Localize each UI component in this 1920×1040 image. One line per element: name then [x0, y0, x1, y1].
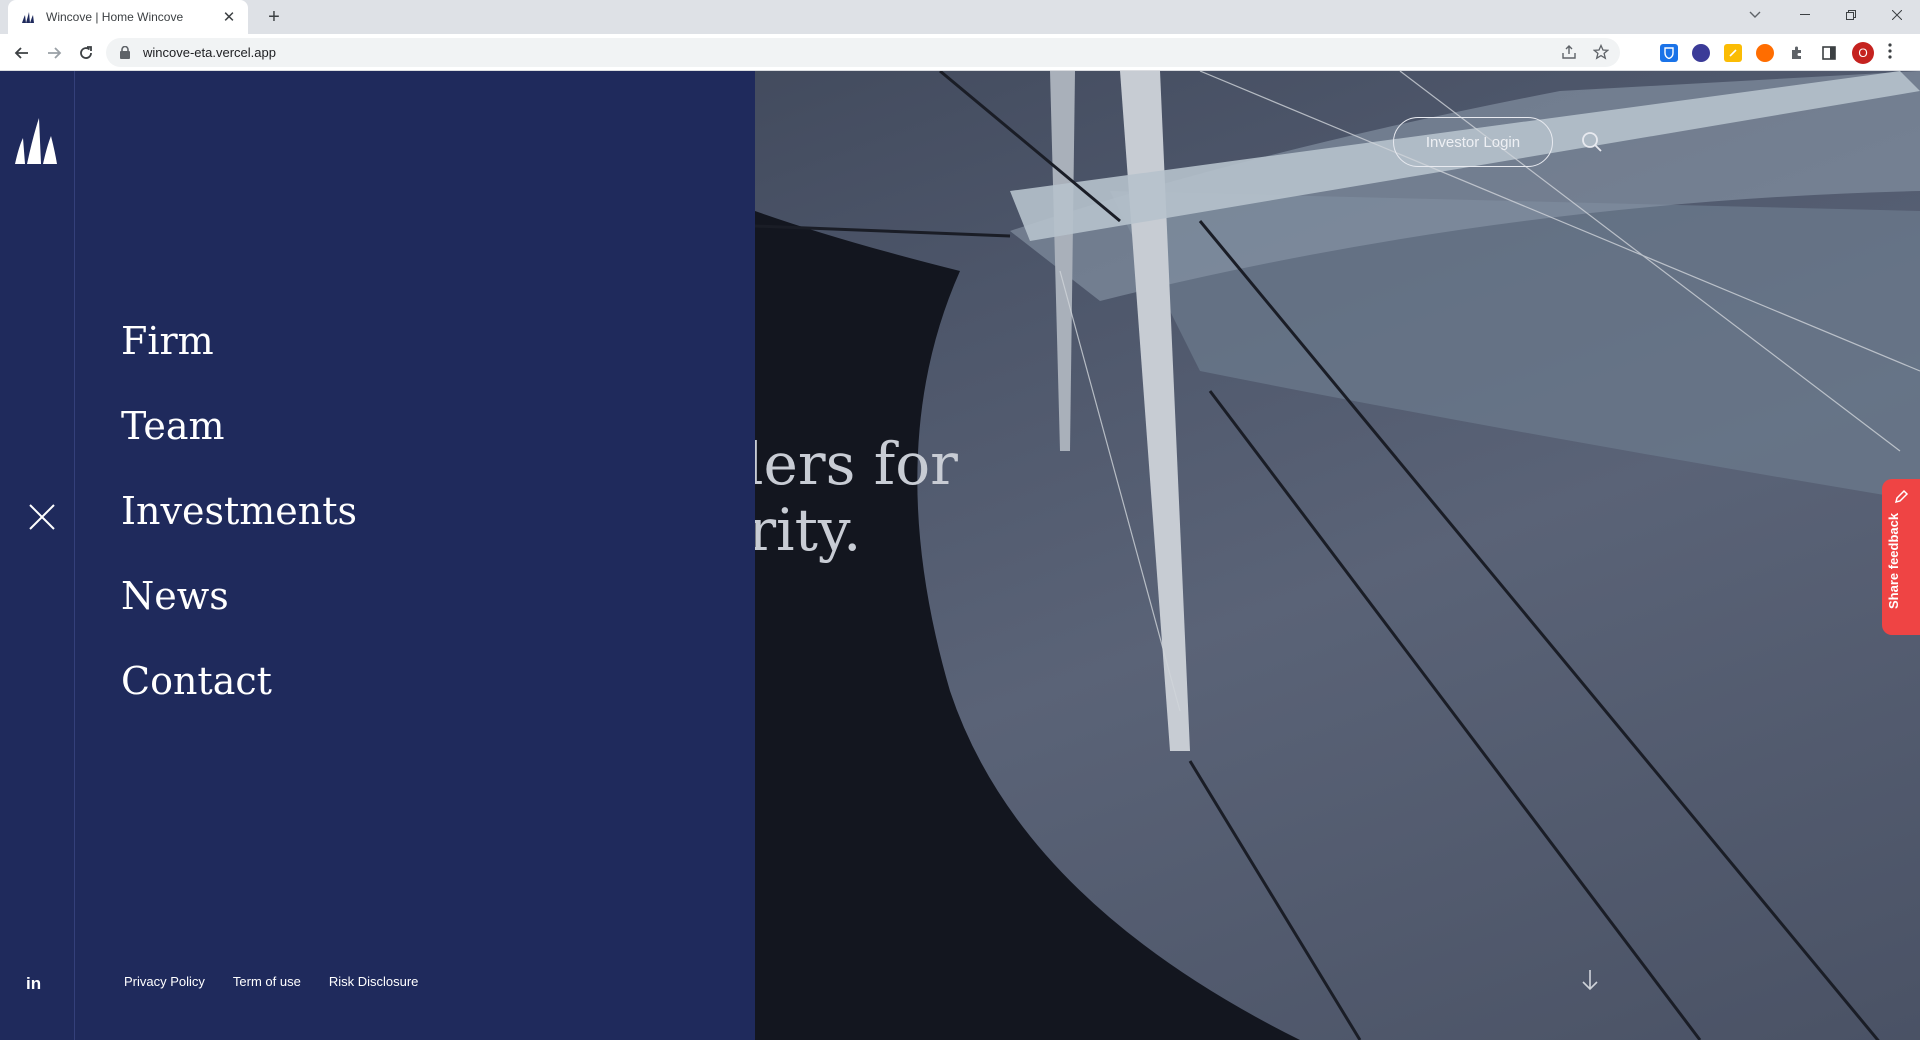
- side-panel-icon[interactable]: [1820, 44, 1838, 62]
- investor-login-button[interactable]: Investor Login: [1393, 117, 1553, 167]
- browser-tab[interactable]: Wincove | Home Wincove ✕: [8, 0, 248, 34]
- forward-arrow-icon[interactable]: [40, 39, 68, 67]
- minimize-icon[interactable]: [1782, 0, 1828, 30]
- bitwarden-extension-icon[interactable]: [1660, 44, 1678, 62]
- extension-orange-icon[interactable]: [1756, 44, 1774, 62]
- bookmark-star-icon[interactable]: [1592, 43, 1610, 61]
- color-picker-extension-icon[interactable]: [1692, 44, 1710, 62]
- restore-icon[interactable]: [1828, 0, 1874, 30]
- notes-extension-icon[interactable]: [1724, 44, 1742, 62]
- footer-links: Privacy Policy Term of use Risk Disclosu…: [124, 974, 418, 989]
- menu-list: Firm Team Investments News Contact: [121, 316, 357, 741]
- navigation-menu-panel: Firm Team Investments News Contact Priva…: [75, 71, 755, 1040]
- share-feedback-label: Share feedback: [1886, 512, 1901, 609]
- privacy-policy-link[interactable]: Privacy Policy: [124, 974, 205, 989]
- browser-menu-kebab-icon[interactable]: [1888, 42, 1892, 64]
- left-rail: in: [0, 71, 75, 1040]
- window-close-icon[interactable]: [1874, 0, 1920, 30]
- menu-item-investments[interactable]: Investments: [121, 486, 357, 571]
- close-menu-icon[interactable]: [29, 504, 55, 530]
- share-feedback-tab[interactable]: Share feedback: [1882, 479, 1920, 635]
- browser-toolbar: wincove-eta.vercel.app O: [0, 34, 1920, 71]
- page-viewport: rket leaders for ith integrity. Investor…: [0, 71, 1920, 1040]
- url-text: wincove-eta.vercel.app: [143, 45, 276, 60]
- linkedin-icon[interactable]: in: [26, 974, 41, 994]
- back-arrow-icon[interactable]: [8, 39, 36, 67]
- menu-item-firm[interactable]: Firm: [121, 316, 357, 401]
- profile-avatar[interactable]: O: [1852, 42, 1874, 64]
- lock-icon: [120, 46, 132, 60]
- menu-item-news[interactable]: News: [121, 571, 357, 656]
- scroll-down-arrow-icon[interactable]: [1581, 969, 1599, 991]
- share-icon[interactable]: [1560, 43, 1578, 61]
- new-tab-button[interactable]: +: [262, 5, 286, 29]
- wincove-logo-icon[interactable]: [13, 116, 57, 166]
- term-of-use-link[interactable]: Term of use: [233, 974, 301, 989]
- wincove-favicon-icon: [20, 9, 36, 25]
- browser-tabstrip: Wincove | Home Wincove ✕ +: [0, 0, 1920, 34]
- menu-item-team[interactable]: Team: [121, 401, 357, 486]
- reload-icon[interactable]: [72, 39, 100, 67]
- puzzle-extensions-icon[interactable]: [1788, 44, 1806, 62]
- menu-item-contact[interactable]: Contact: [121, 656, 357, 741]
- tab-search-chevron-icon[interactable]: [1742, 4, 1768, 26]
- address-bar[interactable]: wincove-eta.vercel.app: [106, 38, 1620, 67]
- tab-close-icon[interactable]: ✕: [220, 8, 238, 26]
- search-icon[interactable]: [1580, 130, 1604, 154]
- tab-title: Wincove | Home Wincove: [46, 10, 184, 24]
- risk-disclosure-link[interactable]: Risk Disclosure: [329, 974, 419, 989]
